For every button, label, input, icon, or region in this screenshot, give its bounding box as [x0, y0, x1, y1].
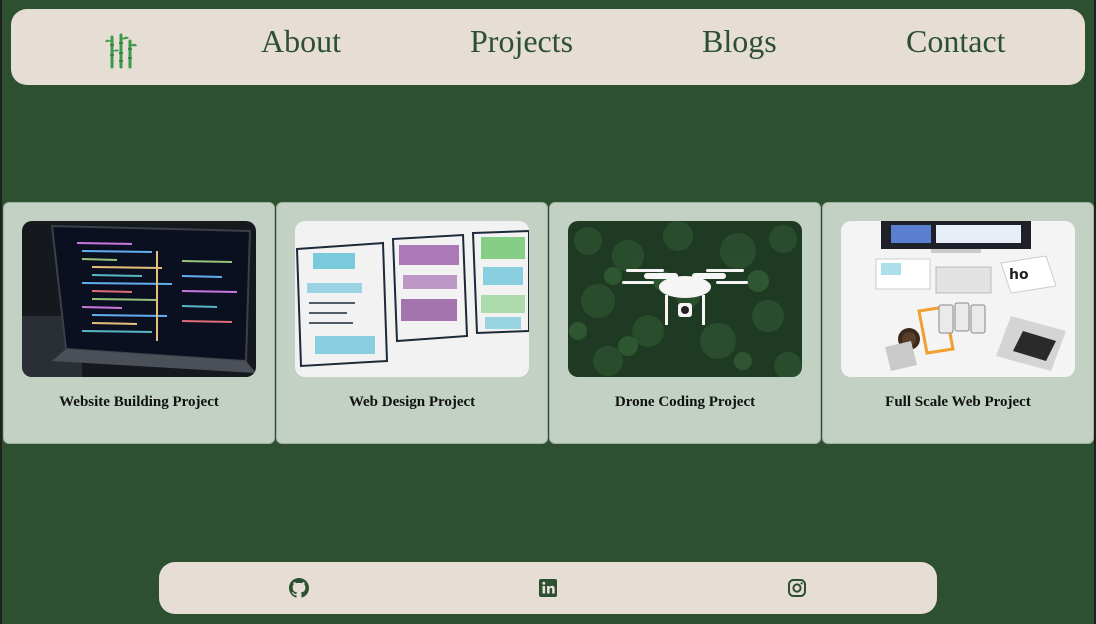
project-title: Web Design Project: [348, 394, 476, 410]
wireframe-sketch-image: [295, 221, 529, 377]
project-card-website-building[interactable]: Website Building Project: [3, 202, 275, 444]
bamboo-icon[interactable]: [104, 33, 138, 69]
drone-forest-image: [568, 221, 802, 377]
project-card-drone-coding[interactable]: Drone Coding Project: [549, 202, 821, 444]
laptop-code-image: [22, 221, 256, 377]
nav-link-blogs[interactable]: Blogs: [702, 23, 777, 60]
nav-link-about[interactable]: About: [261, 23, 341, 60]
project-card-web-design[interactable]: Web Design Project: [276, 202, 548, 444]
project-title: Website Building Project: [59, 394, 219, 410]
project-card-full-scale-web[interactable]: ho Full Scale Web Project: [822, 202, 1094, 444]
nav-link-projects[interactable]: Projects: [470, 23, 573, 60]
project-title: Drone Coding Project: [614, 394, 756, 410]
svg-text:ho: ho: [1009, 267, 1029, 283]
project-title: Full Scale Web Project: [885, 394, 1031, 410]
navbar: About Projects Blogs Contact: [11, 9, 1085, 85]
footer-bar: [159, 562, 937, 614]
instagram-icon[interactable]: [787, 578, 807, 598]
desk-devices-image: ho: [841, 221, 1075, 377]
linkedin-icon[interactable]: [538, 578, 558, 598]
nav-link-contact[interactable]: Contact: [906, 23, 1006, 60]
left-edge: [0, 0, 2, 624]
github-icon[interactable]: [289, 578, 309, 598]
